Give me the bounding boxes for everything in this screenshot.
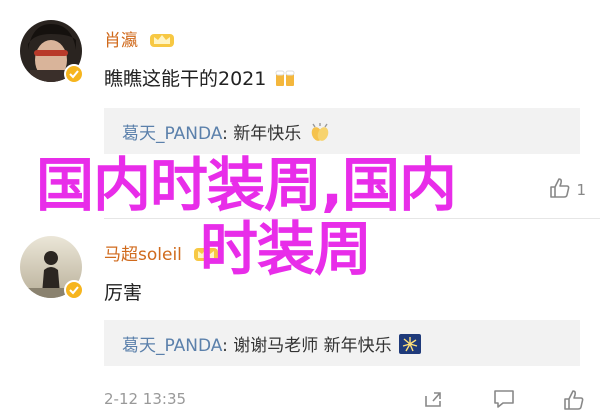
beer-icon: [274, 68, 296, 93]
avatar-xiaoying[interactable]: [20, 20, 84, 84]
overlay-line-1: 国内时装周,国内: [36, 151, 457, 219]
fireworks-icon: [399, 334, 422, 359]
reply-box[interactable]: 葛天_PANDA: 谢谢马老师 新年快乐: [104, 320, 580, 366]
comment-author-name[interactable]: 马超soleil: [104, 245, 182, 265]
comment-author-name[interactable]: 肖瀛: [104, 31, 138, 51]
like-button-1[interactable]: 1: [548, 176, 586, 204]
like-count: 1: [576, 181, 586, 199]
comment-meta: 2-12 13:35: [104, 388, 586, 412]
overlay-line-2: 时装周: [200, 215, 372, 283]
comment-text-body: 厉害: [104, 282, 143, 304]
reply-box[interactable]: 葛天_PANDA: 新年快乐: [104, 108, 580, 154]
comment-author[interactable]: 肖瀛: [104, 26, 175, 54]
verified-badge-icon: [64, 280, 84, 300]
reply-author[interactable]: 葛天_PANDA: [122, 336, 222, 356]
comment-author[interactable]: 马超soleil: [104, 240, 219, 268]
crown-icon: [149, 31, 175, 54]
avatar-machao[interactable]: [20, 236, 84, 300]
comment-divider: [104, 218, 600, 219]
overlay-caption: 国内时装周,国内 时装周: [0, 150, 600, 290]
comment-text-body: 瞧瞧这能干的2021: [104, 68, 267, 90]
crown-icon: [193, 245, 219, 268]
timestamp: 2-12 13:35: [104, 390, 187, 408]
reply-separator: :: [222, 124, 234, 144]
comment-text: 瞧瞧这能干的2021: [104, 64, 296, 93]
like-button-2[interactable]: [562, 388, 586, 412]
reply-separator: :: [222, 336, 234, 356]
reply-author[interactable]: 葛天_PANDA: [122, 124, 222, 144]
verified-badge-icon: [64, 64, 84, 84]
reply-text: 新年快乐: [233, 124, 302, 144]
share-icon[interactable]: [422, 388, 444, 410]
thumbs-up-icon: [562, 388, 586, 412]
clap-icon: [309, 122, 331, 147]
reply-text: 谢谢马老师 新年快乐: [233, 336, 392, 356]
thumbs-up-icon: [548, 176, 572, 204]
comment-icon[interactable]: [492, 388, 516, 410]
comment-text: 厉害: [104, 278, 142, 305]
